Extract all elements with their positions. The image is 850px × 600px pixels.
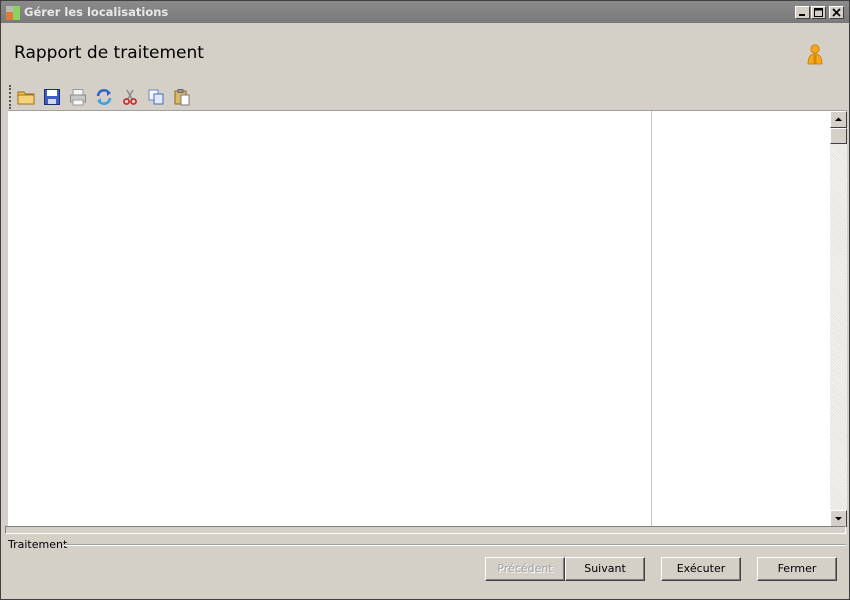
close-dialog-button[interactable]: Fermer [757, 557, 837, 581]
horizontal-splitter[interactable] [5, 526, 846, 534]
arrow-down-icon [835, 517, 842, 521]
page-title: Rapport de traitement [14, 43, 204, 63]
toolbar-grip[interactable] [9, 85, 13, 109]
copy-icon[interactable] [147, 88, 165, 106]
report-side-pane[interactable] [652, 111, 829, 527]
group-label: Traitement [8, 538, 68, 551]
report-main-pane[interactable] [8, 111, 652, 527]
toolbar [7, 85, 207, 109]
maximize-button[interactable] [811, 6, 826, 19]
minimize-icon [799, 14, 805, 16]
window: Gérer les localisations Rapport de trait… [0, 0, 850, 600]
close-icon [832, 8, 841, 17]
user-icon [807, 44, 823, 65]
save-icon[interactable] [43, 88, 61, 106]
minimize-button[interactable] [795, 6, 810, 19]
open-folder-icon[interactable] [17, 88, 35, 106]
execute-button[interactable]: Exécuter [661, 557, 741, 581]
print-icon[interactable] [69, 88, 87, 106]
close-button[interactable] [829, 6, 844, 19]
maximize-icon [814, 8, 823, 17]
window-title: Gérer les localisations [24, 5, 169, 19]
cut-icon[interactable] [121, 88, 139, 106]
title-bar[interactable]: Gérer les localisations [1, 1, 849, 23]
scroll-thumb[interactable] [830, 128, 847, 144]
next-button[interactable]: Suivant [565, 557, 645, 581]
previous-button[interactable]: Précédent [485, 557, 565, 581]
app-icon [6, 6, 20, 20]
report-panel [8, 110, 847, 527]
scroll-down-button[interactable] [830, 510, 847, 527]
paste-icon[interactable] [173, 88, 191, 106]
group-divider [63, 544, 846, 546]
refresh-icon[interactable] [95, 88, 113, 106]
vertical-scrollbar[interactable] [830, 111, 847, 527]
arrow-up-icon [835, 117, 842, 121]
scroll-up-button[interactable] [830, 111, 847, 128]
